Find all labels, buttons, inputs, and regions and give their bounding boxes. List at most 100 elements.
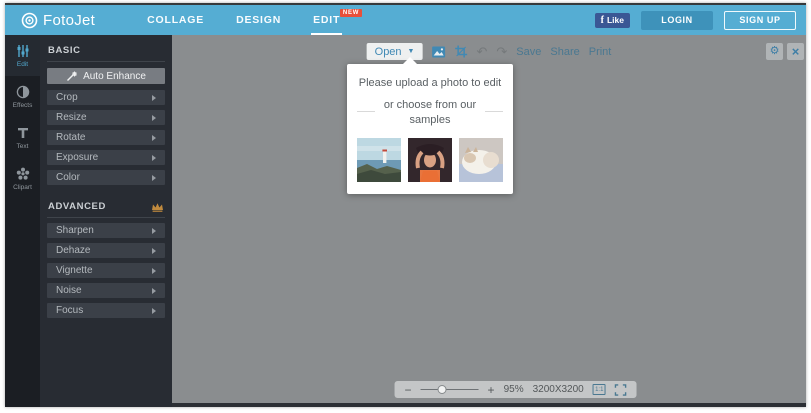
tool-noise[interactable]: Noise <box>47 283 165 298</box>
samples-prompt-row: or choose from our samples <box>355 98 505 128</box>
fotojet-app-window: FotoJet COLLAGE DESIGN EDIT NEW f Like L… <box>5 3 806 407</box>
rail-item-effects[interactable]: Effects <box>5 76 40 117</box>
flower-icon <box>16 167 29 180</box>
nav-design[interactable]: DESIGN <box>220 5 297 35</box>
upload-prompt: Please upload a photo to edit <box>358 77 502 89</box>
print-button[interactable]: Print <box>589 46 612 58</box>
samples-prompt: or choose from our samples <box>383 99 477 126</box>
rail-label-text: Text <box>16 143 29 150</box>
header-bar: FotoJet COLLAGE DESIGN EDIT NEW f Like L… <box>5 5 806 35</box>
rail-item-edit[interactable]: Edit <box>5 35 40 76</box>
nav-edit[interactable]: EDIT NEW <box>297 5 363 35</box>
chevron-down-icon: ▼ <box>407 48 415 55</box>
tool-exposure[interactable]: Exposure <box>47 150 165 165</box>
tool-dehaze-label: Dehaze <box>56 245 91 256</box>
image-icon[interactable] <box>431 46 445 58</box>
logo-text: FotoJet <box>43 11 96 29</box>
tool-dehaze[interactable]: Dehaze <box>47 243 165 258</box>
tool-sharpen[interactable]: Sharpen <box>47 223 165 238</box>
sidebar-rail: Edit Effects Text Clipart <box>5 35 40 407</box>
close-button[interactable]: × <box>787 43 804 60</box>
tool-exposure-label: Exposure <box>56 152 99 163</box>
rail-label-clipart: Clipart <box>13 184 32 191</box>
new-badge: NEW <box>339 9 363 17</box>
facebook-like-button[interactable]: f Like <box>594 12 630 28</box>
zoom-slider[interactable] <box>420 385 479 394</box>
nav-collage[interactable]: COLLAGE <box>131 5 220 35</box>
chevron-right-icon <box>152 307 156 314</box>
divider <box>47 217 165 218</box>
sample-white-cat[interactable] <box>459 137 503 182</box>
chevron-right-icon <box>152 227 156 234</box>
main-nav: COLLAGE DESIGN EDIT NEW <box>131 5 363 35</box>
bottom-edge-strip <box>172 403 806 407</box>
auto-enhance-button[interactable]: Auto Enhance <box>47 68 165 84</box>
rail-label-effects: Effects <box>12 102 33 109</box>
sample-woman-portrait[interactable] <box>408 137 452 182</box>
redo-icon[interactable]: ↷ <box>496 45 507 58</box>
tool-crop-label: Crop <box>56 92 78 103</box>
tool-resize[interactable]: Resize <box>47 110 165 125</box>
upload-popup: Please upload a photo to edit or choose … <box>347 57 513 194</box>
header-right: f Like LOGIN SIGN UP <box>594 10 796 30</box>
gear-icon: ⚙ <box>769 45 780 57</box>
chevron-right-icon <box>152 174 156 181</box>
undo-icon[interactable]: ↶ <box>476 45 487 58</box>
save-button[interactable]: Save <box>516 46 541 58</box>
zoom-in-button[interactable]: + <box>488 384 495 396</box>
facebook-like-label: Like <box>606 15 624 25</box>
tool-crop[interactable]: Crop <box>47 90 165 105</box>
login-button[interactable]: LOGIN <box>641 10 713 30</box>
chevron-right-icon <box>152 114 156 121</box>
chevron-right-icon <box>152 247 156 254</box>
close-icon: × <box>791 44 800 59</box>
tool-rotate-label: Rotate <box>56 132 86 143</box>
tools-panel: BASIC Auto Enhance Crop Resize Rotate Ex… <box>40 35 172 407</box>
tool-resize-label: Resize <box>56 112 87 123</box>
divider <box>47 61 165 62</box>
tool-vignette[interactable]: Vignette <box>47 263 165 278</box>
facebook-icon: f <box>600 14 604 26</box>
zoom-slider-knob[interactable] <box>437 385 447 394</box>
sliders-icon <box>17 45 28 57</box>
nav-edit-label: EDIT <box>313 14 341 26</box>
tool-vignette-label: Vignette <box>56 265 93 276</box>
sample-thumbnails <box>355 137 505 182</box>
tool-noise-label: Noise <box>56 285 82 296</box>
fotojet-logo[interactable]: FotoJet <box>21 12 95 29</box>
rail-item-clipart[interactable]: Clipart <box>5 158 40 199</box>
chevron-right-icon <box>152 94 156 101</box>
tool-rotate[interactable]: Rotate <box>47 130 165 145</box>
signup-button[interactable]: SIGN UP <box>724 10 796 30</box>
canvas-area: Open ▼ ↶ ↷ Save Share Print ⚙ × Please u… <box>172 35 806 407</box>
share-button[interactable]: Share <box>550 46 579 58</box>
sample-seascape-lighthouse[interactable] <box>357 137 401 182</box>
canvas-dimensions: 3200X3200 <box>532 384 584 395</box>
tool-focus-label: Focus <box>56 305 84 316</box>
fotojet-logo-icon <box>21 12 38 28</box>
chevron-right-icon <box>152 287 156 294</box>
chevron-right-icon <box>152 154 156 161</box>
crop-icon[interactable] <box>454 45 467 58</box>
rail-item-text[interactable]: Text <box>5 117 40 158</box>
rail-label-edit: Edit <box>16 61 29 68</box>
chevron-right-icon <box>152 134 156 141</box>
zoom-out-button[interactable]: − <box>405 384 412 396</box>
actual-size-icon[interactable]: 1:1 <box>592 384 606 395</box>
auto-enhance-label: Auto Enhance <box>83 70 146 82</box>
chevron-right-icon <box>152 267 156 274</box>
settings-button[interactable]: ⚙ <box>766 43 783 60</box>
letter-t-icon <box>17 128 28 138</box>
half-circle-icon <box>16 85 29 99</box>
magic-wand-icon <box>67 71 78 81</box>
status-bar: − + 95% 3200X3200 1:1 <box>394 381 637 398</box>
tool-focus[interactable]: Focus <box>47 303 165 318</box>
tool-sharpen-label: Sharpen <box>56 225 94 236</box>
tool-color[interactable]: Color <box>47 170 165 185</box>
zoom-slider-track <box>420 389 479 390</box>
advanced-section-header: ADVANCED <box>47 197 165 217</box>
crown-icon <box>152 202 163 212</box>
tool-color-label: Color <box>56 172 80 183</box>
fit-screen-icon[interactable] <box>614 383 627 396</box>
basic-section-header: BASIC <box>47 41 165 61</box>
